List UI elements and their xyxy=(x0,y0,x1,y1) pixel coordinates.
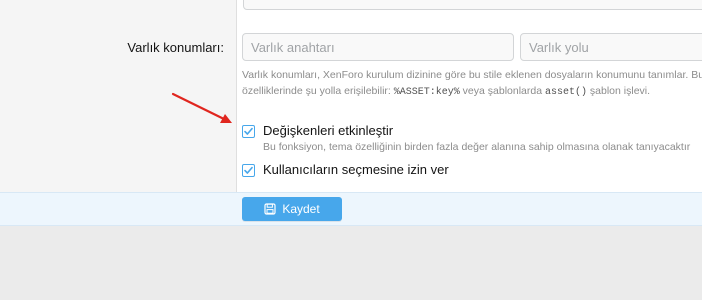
explain-line-2: özelliklerinde şu yolla erişilebilir: %A… xyxy=(242,83,702,101)
user-selectable-label: Kullanıcıların seçmesine izin ver xyxy=(263,162,449,177)
user-selectable-option[interactable]: Kullanıcıların seçmesine izin ver xyxy=(242,162,449,178)
red-arrow-annotation xyxy=(171,92,232,123)
previous-field[interactable] xyxy=(243,0,702,10)
asset-key-input[interactable] xyxy=(242,33,514,61)
explain-text: veya şablonlarda xyxy=(459,85,545,97)
form-footer xyxy=(0,192,702,226)
explain-line-1: Varlık konumları, XenForo kurulum dizini… xyxy=(242,69,702,81)
enable-variations-option[interactable]: Değişkenleri etkinleştir Bu fonksiyon, t… xyxy=(242,123,690,155)
enable-variations-label: Değişkenleri etkinleştir xyxy=(263,123,394,138)
save-icon xyxy=(264,203,276,215)
asset-locations-label: Varlık konumları: xyxy=(127,40,224,55)
save-button-label: Kaydet xyxy=(282,202,320,216)
form-body: Varlık konumları: Varlık konumları, XenF… xyxy=(0,0,702,192)
checkmark-icon xyxy=(244,127,253,135)
enable-variations-hint: Bu fonksiyon, tema özelliğinin birden fa… xyxy=(263,141,691,153)
checkmark-icon xyxy=(244,166,253,174)
explain-code-asset-func: asset() xyxy=(544,87,587,98)
explain-text: özelliklerinde şu yolla erişilebilir: xyxy=(242,85,394,97)
save-button[interactable]: Kaydet xyxy=(242,197,342,221)
asset-path-input[interactable] xyxy=(520,33,702,61)
enable-variations-checkbox[interactable] xyxy=(242,125,255,138)
explain-code-asset-key: %ASSET:key% xyxy=(393,87,460,98)
explain-text: şablon işlevi. xyxy=(587,85,651,97)
asset-locations-explain: Varlık konumları, XenForo kurulum dizini… xyxy=(242,67,702,101)
user-selectable-checkbox[interactable] xyxy=(242,164,255,177)
